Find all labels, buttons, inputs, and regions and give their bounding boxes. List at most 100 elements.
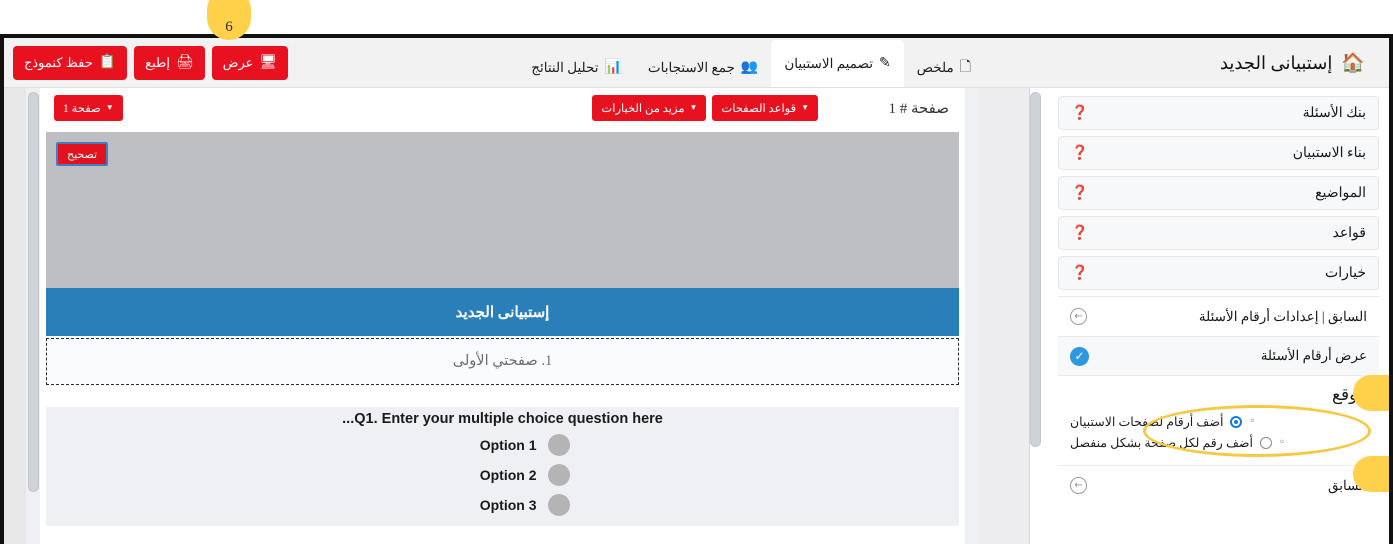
page-toolbar: صفحة # 1 ▼ مزيد من الخيارات ▼ قواعد الصف… xyxy=(40,88,965,132)
radio-icon[interactable] xyxy=(547,494,570,516)
sidebar-row-previous[interactable]: السابق ← xyxy=(1058,465,1379,505)
help-icon[interactable]: ❓ xyxy=(1071,266,1088,280)
sidebar-item-label: بنك الأسئلة xyxy=(1302,105,1366,121)
help-icon[interactable]: ❓ xyxy=(1071,186,1088,200)
pencil-icon: ✎ xyxy=(879,56,891,71)
question-option-label: Option 1 xyxy=(479,437,537,453)
tab-collect-responses-label: جمع الاستجابات xyxy=(647,60,735,75)
preview-button[interactable]: 🖥 عرض xyxy=(211,46,289,80)
radio-option-number-per-page[interactable]: ◦ أضف رقم لكل صفحة بشكل منفصل xyxy=(1070,432,1361,453)
sidebar-section-title: موقع xyxy=(1331,385,1367,404)
sidebar-item-question-bank[interactable]: بنك الأسئلة ❓ xyxy=(1058,96,1379,130)
canvas-scrollbar-thumb[interactable] xyxy=(28,92,39,492)
page-rules-label: قواعد الصفحات xyxy=(721,103,797,115)
radio-icon[interactable] xyxy=(1230,415,1243,428)
arrow-left-circle-icon[interactable]: ← xyxy=(1070,477,1087,494)
more-options-button[interactable]: ▼ مزيد من الخيارات xyxy=(592,95,707,121)
sidebar-item-rules[interactable]: قواعد ❓ xyxy=(1058,216,1379,250)
sidebar-content: بنك الأسئلة ❓ بناء الاستبيان ❓ المواضيع … xyxy=(1052,88,1389,544)
question-option-label: Option 2 xyxy=(479,467,537,483)
sidebar-item-build-survey[interactable]: بناء الاستبيان ❓ xyxy=(1058,136,1379,170)
tab-analyze-results-label: تحليل النتائج xyxy=(531,60,599,75)
toolbar-actions: 📋 حفظ كنموذج 🖨 إطبع 🖥 عرض xyxy=(13,46,289,80)
radio-option-numbers-for-survey-pages[interactable]: ◦ أضف أرقام لصفحات الاستبيان xyxy=(1070,411,1361,432)
tab-collect-responses[interactable]: 👥 جمع الاستجابات xyxy=(635,48,771,88)
sidebar-row-label: السابق xyxy=(1327,477,1367,493)
monitor-icon: 🖥 xyxy=(259,55,278,70)
sidebar-row-label: عرض أرقام الأسئلة xyxy=(1260,348,1367,363)
print-label: إطبع xyxy=(145,55,170,70)
survey-page-card: صفحة # 1 ▼ مزيد من الخيارات ▼ قواعد الصف… xyxy=(40,88,965,544)
bullet-icon: ◦ xyxy=(1249,416,1256,427)
chevron-down-icon: ▼ xyxy=(105,103,114,112)
position-radio-group: ◦ أضف أرقام لصفحات الاستبيان ◦ أضف رقم ل… xyxy=(1058,405,1379,465)
sidebar-scrollbar[interactable] xyxy=(1030,92,1041,540)
radio-option-label: أضف أرقام لصفحات الاستبيان xyxy=(1070,414,1224,429)
radio-icon[interactable] xyxy=(1259,436,1272,449)
survey-canvas: صفحة # 1 ▼ مزيد من الخيارات ▼ قواعد الصف… xyxy=(26,88,979,544)
help-icon[interactable]: ❓ xyxy=(1071,226,1088,240)
printer-icon: 🖨 xyxy=(175,55,194,70)
sidebar-item-label: المواضيع xyxy=(1315,185,1366,201)
workspace: صفحة # 1 ▼ مزيد من الخيارات ▼ قواعد الصف… xyxy=(4,88,1389,544)
annotation-badge-4: 4 xyxy=(1353,375,1389,411)
sidebar-item-label: خيارات xyxy=(1325,265,1366,281)
print-button[interactable]: 🖨 إطبع xyxy=(134,46,205,80)
question-option[interactable]: Option 2 xyxy=(436,464,570,486)
chevron-down-icon: ▼ xyxy=(801,103,809,112)
question-block[interactable]: ...Q1. Enter your multiple choice questi… xyxy=(46,407,959,526)
help-icon[interactable]: ❓ xyxy=(1071,146,1088,160)
help-icon[interactable]: ❓ xyxy=(1071,106,1088,120)
main-tabs: 🗋 ملخص ✎ تصميم الاستبيان 👥 جمع الاستجابا… xyxy=(518,38,984,88)
summary-icon: 🗋 xyxy=(959,60,971,75)
page-title-box[interactable]: 1. صفحتي الأولى xyxy=(46,338,959,385)
sidebar-row-label: السابق | إعدادات أرقام الأسئلة xyxy=(1198,308,1367,324)
check-circle-icon[interactable]: ✓ xyxy=(1070,346,1089,366)
survey-logo-banner: تصحيح xyxy=(46,132,959,288)
tab-survey-design[interactable]: ✎ تصميم الاستبيان xyxy=(771,40,904,88)
question-option[interactable]: Option 3 xyxy=(436,494,570,516)
sidebar-row-question-number-settings[interactable]: السابق | إعدادات أرقام الأسئلة ← xyxy=(1058,296,1379,336)
save-as-template-label: حفظ كنموذج xyxy=(24,55,93,70)
sidebar-item-options[interactable]: خيارات ❓ xyxy=(1058,256,1379,290)
sidebar-scrollbar-thumb[interactable] xyxy=(1030,92,1041,447)
annotation-badge-5: 5 xyxy=(1353,456,1389,492)
app-root: 6 🏠 إستبيانى الجديد 🗋 ملخص ✎ تصميم الاست… xyxy=(0,0,1393,544)
preview-label: عرض xyxy=(222,55,254,70)
arrow-left-circle-icon[interactable]: ← xyxy=(1070,308,1087,325)
tab-summary[interactable]: 🗋 ملخص xyxy=(904,48,984,88)
bullet-icon: ◦ xyxy=(1278,437,1285,448)
tab-analyze-results[interactable]: 📊 تحليل النتائج xyxy=(518,48,635,88)
page-title: إستبيانى الجديد xyxy=(1219,52,1333,73)
tab-survey-design-label: تصميم الاستبيان xyxy=(784,56,874,71)
page-selector-label: صفحة 1 xyxy=(63,103,101,115)
left-gutter xyxy=(4,88,26,544)
question-option[interactable]: Option 1 xyxy=(436,434,570,456)
browser-frame: 🏠 إستبيانى الجديد 🗋 ملخص ✎ تصميم الاستبي… xyxy=(0,34,1393,544)
bar-chart-icon: 📊 xyxy=(604,60,622,75)
save-as-template-button[interactable]: 📋 حفظ كنموذج xyxy=(13,46,128,80)
question-option-label: Option 3 xyxy=(479,497,537,513)
correct-button[interactable]: تصحيح xyxy=(56,142,109,166)
sidebar-item-label: قواعد xyxy=(1332,225,1366,241)
sidebar-item-themes[interactable]: المواضيع ❓ xyxy=(1058,176,1379,210)
radio-icon[interactable] xyxy=(547,464,570,486)
copy-icon: 📋 xyxy=(98,55,117,70)
survey-title-banner: إستبيانى الجديد xyxy=(46,288,959,336)
sidebar-item-label: بناء الاستبيان xyxy=(1292,145,1366,161)
home-icon: 🏠 xyxy=(1341,51,1365,74)
more-options-label: مزيد من الخيارات xyxy=(601,103,685,115)
page-action-buttons: ▼ مزيد من الخيارات ▼ قواعد الصفحات xyxy=(592,95,818,121)
radio-icon[interactable] xyxy=(547,434,570,456)
page-number-label: صفحة # 1 xyxy=(888,101,949,117)
page-rules-button[interactable]: ▼ قواعد الصفحات xyxy=(712,95,818,121)
radio-option-label: أضف رقم لكل صفحة بشكل منفصل xyxy=(1070,435,1253,450)
tab-summary-label: ملخص xyxy=(916,60,954,75)
settings-sidebar: بنك الأسئلة ❓ بناء الاستبيان ❓ المواضيع … xyxy=(1029,88,1389,544)
sidebar-row-show-question-numbers[interactable]: عرض أرقام الأسئلة ✓ xyxy=(1058,336,1379,376)
question-options: Option 1 Option 2 Option 3 xyxy=(46,434,959,516)
page-selector-button[interactable]: ▼ صفحة 1 xyxy=(54,95,123,121)
canvas-scrollbar[interactable] xyxy=(28,92,39,540)
people-icon: 👥 xyxy=(740,60,759,75)
top-navigation-bar: 🏠 إستبيانى الجديد 🗋 ملخص ✎ تصميم الاستبي… xyxy=(4,38,1389,88)
